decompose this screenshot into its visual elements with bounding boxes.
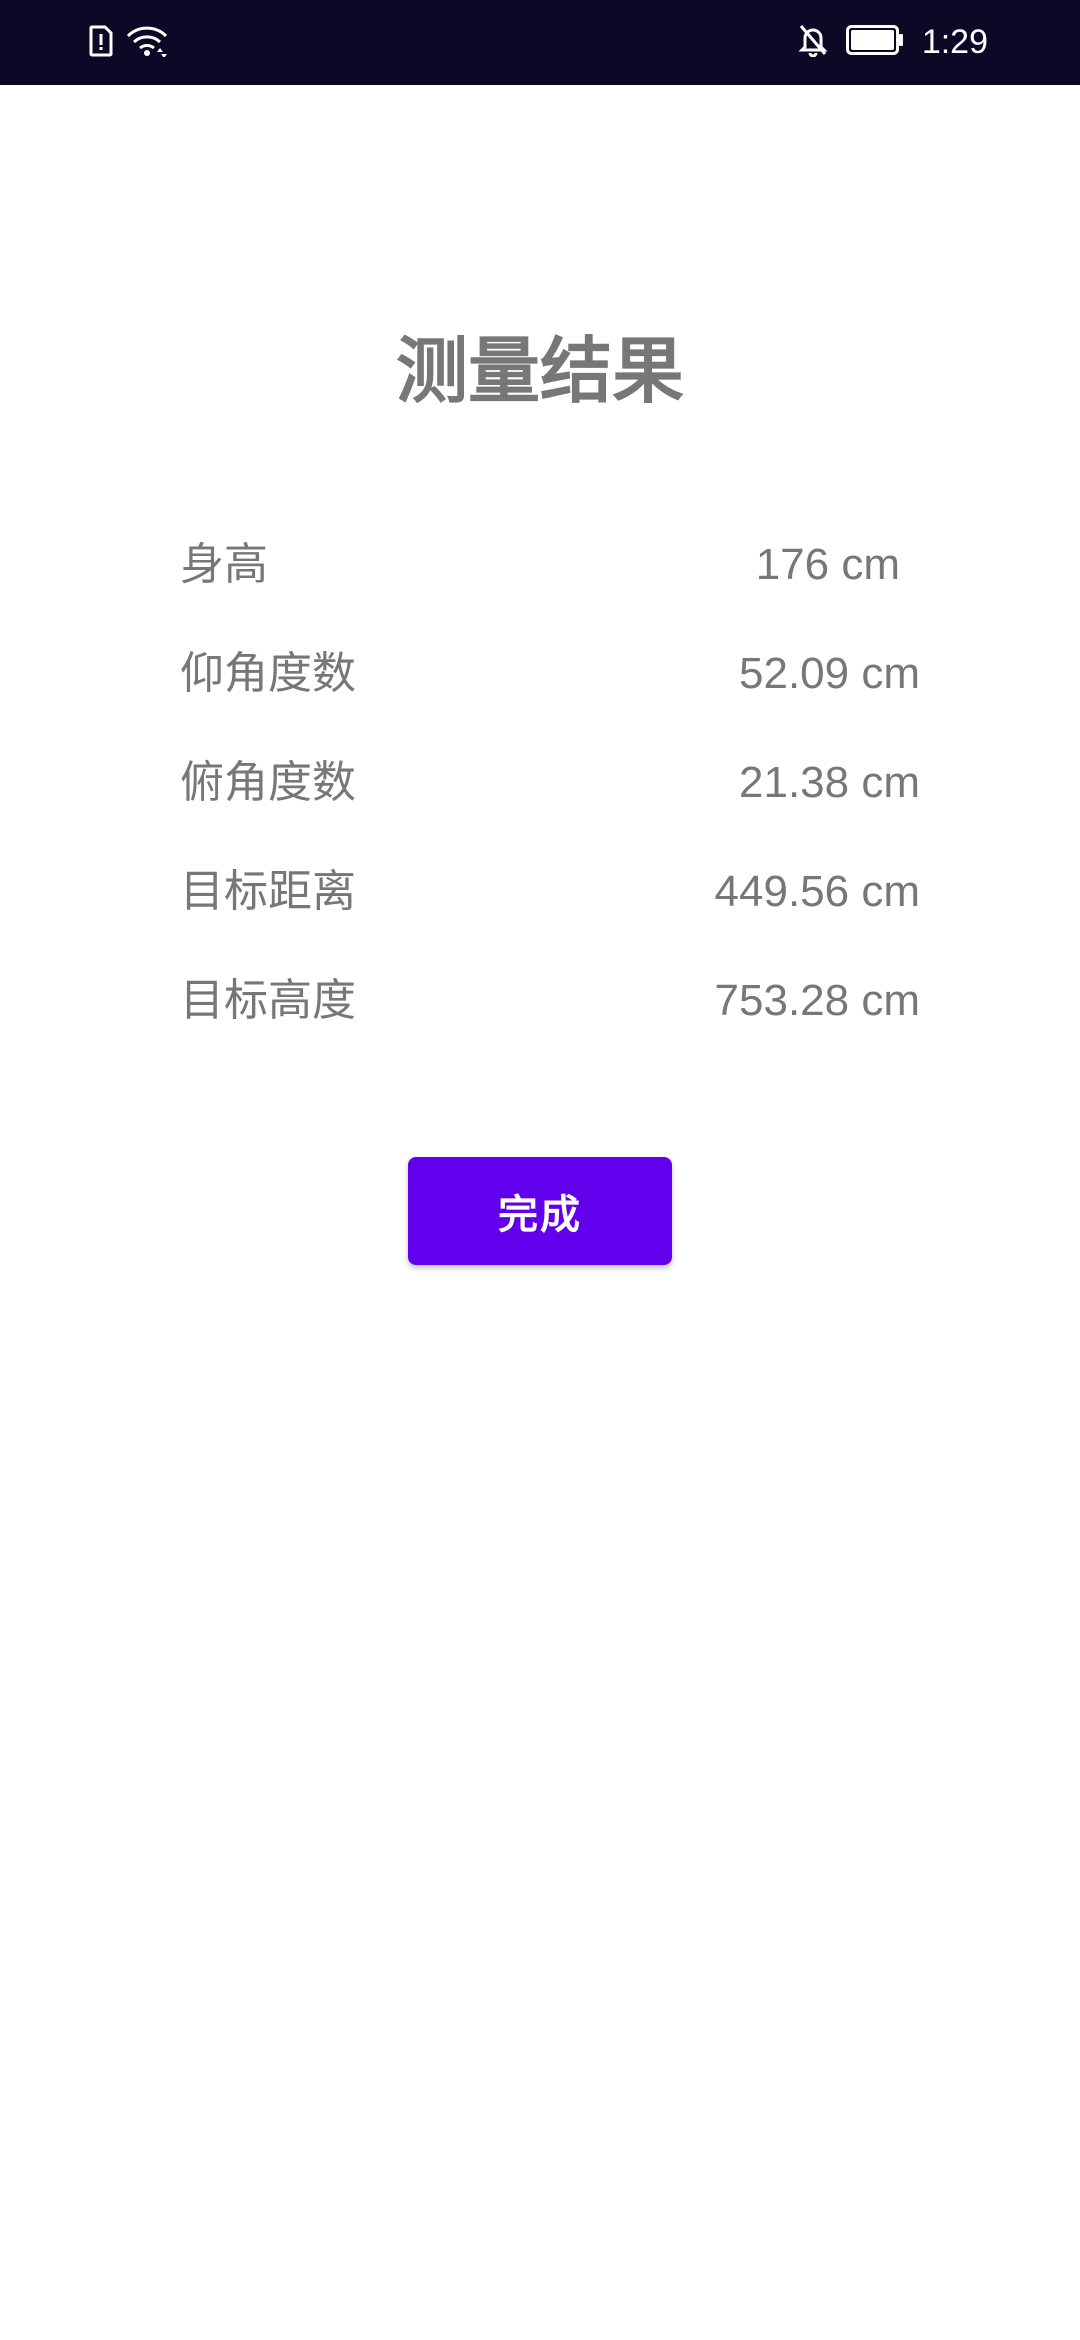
status-right: 1:29: [798, 18, 988, 66]
result-label: 身高: [180, 539, 268, 590]
result-row-depression-angle: 俯角度数 21.38 cm: [180, 753, 920, 813]
result-value: 52.09 cm: [739, 649, 920, 698]
result-row-height: 身高 176 cm: [180, 535, 920, 595]
notifications-off-icon: [798, 23, 828, 61]
result-label: 仰角度数: [180, 648, 356, 699]
result-label: 目标高度: [180, 975, 356, 1026]
result-value: 176 cm: [755, 540, 900, 589]
result-row-target-distance: 目标距离 449.56 cm: [180, 862, 920, 922]
result-value: 753.28 cm: [714, 976, 920, 1025]
done-button[interactable]: 完成: [408, 1157, 672, 1265]
result-label: 目标距离: [180, 866, 356, 917]
status-time: 1:29: [921, 22, 988, 61]
page-title: 测量结果: [395, 329, 684, 413]
sim-alert-icon: [88, 25, 114, 61]
result-value: 449.56 cm: [714, 867, 920, 916]
status-bar: 1:29: [0, 0, 1080, 85]
wifi-icon: [126, 25, 168, 61]
battery-icon: [845, 25, 904, 59]
result-value: 21.38 cm: [739, 758, 920, 807]
result-row-elevation-angle: 仰角度数 52.09 cm: [180, 644, 920, 704]
status-left: [88, 22, 168, 64]
result-page: 测量结果 身高 176 cm 仰角度数 52.09 cm 俯角度数 21.38 …: [0, 85, 1080, 2340]
result-label: 俯角度数: [180, 757, 356, 808]
result-row-target-height: 目标高度 753.28 cm: [180, 971, 920, 1031]
